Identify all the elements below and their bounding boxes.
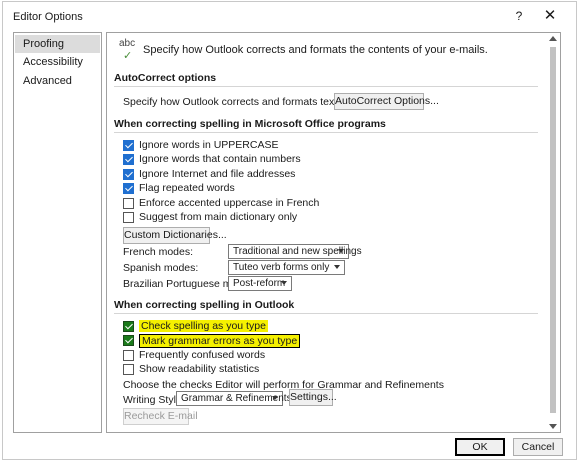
vertical-scrollbar[interactable]: [549, 36, 558, 429]
spanish-modes-label: Spanish modes:: [123, 262, 199, 274]
help-button[interactable]: ?: [511, 9, 527, 25]
scroll-down-icon[interactable]: [549, 424, 557, 429]
autocorrect-options-button[interactable]: AutoCorrect Options...: [334, 93, 439, 110]
nav-item-proofing[interactable]: Proofing: [15, 35, 100, 53]
nav-item-advanced[interactable]: Advanced: [15, 72, 100, 90]
category-nav: Proofing Accessibility Advanced: [13, 32, 102, 433]
checkbox[interactable]: [123, 321, 134, 332]
title-bar: Editor Options ? ✕: [3, 2, 576, 32]
section-divider: [114, 132, 538, 133]
checkbox[interactable]: [123, 350, 134, 361]
checkbox[interactable]: [123, 198, 134, 209]
french-modes-select[interactable]: Traditional and new spellings: [228, 244, 362, 259]
scroll-up-icon[interactable]: [549, 36, 557, 41]
intro-text: Specify how Outlook corrects and formats…: [143, 44, 488, 56]
settings-button[interactable]: Settings...: [289, 389, 337, 406]
scroll-thumb[interactable]: [550, 47, 556, 413]
checkbox[interactable]: [123, 212, 134, 223]
chevron-down-icon: [334, 265, 340, 269]
grammar-checks-label: Choose the checks Editor will perform fo…: [123, 379, 444, 391]
dialog-title: Editor Options: [13, 11, 83, 23]
french-modes-label: French modes:: [123, 246, 194, 258]
autocorrect-heading: AutoCorrect options: [114, 72, 217, 84]
checkbox[interactable]: [123, 140, 134, 151]
recheck-email-button[interactable]: Recheck E-mail: [123, 408, 198, 425]
office-spelling-heading: When correcting spelling in Microsoft Of…: [114, 118, 386, 130]
section-divider: [114, 313, 538, 314]
editor-options-dialog: Editor Options ? ✕ Proofing Accessibilit…: [2, 1, 577, 460]
outlook-spelling-heading: When correcting spelling in Outlook: [114, 299, 295, 311]
spanish-modes-select[interactable]: Tuteo verb forms only: [228, 260, 345, 275]
nav-item-accessibility[interactable]: Accessibility: [15, 53, 100, 71]
checkbox[interactable]: [123, 183, 134, 194]
proofing-panel: abc ✓ Specify how Outlook corrects and f…: [106, 32, 561, 433]
checkbox[interactable]: [123, 169, 134, 180]
portuguese-modes-select[interactable]: Post-reform: [228, 276, 292, 291]
abc-check-icon: abc ✓: [119, 38, 136, 62]
close-icon[interactable]: ✕: [541, 7, 559, 25]
chevron-down-icon: [281, 281, 287, 285]
chevron-down-icon: [272, 396, 278, 400]
cancel-button[interactable]: Cancel: [513, 438, 563, 456]
section-divider: [114, 86, 538, 87]
chevron-down-icon: [338, 249, 344, 253]
checkbox[interactable]: [123, 335, 134, 346]
custom-dictionaries-button[interactable]: Custom Dictionaries...: [123, 227, 227, 244]
writing-style-select[interactable]: Grammar & Refinements: [176, 391, 292, 406]
checkbox[interactable]: [123, 154, 134, 165]
checkbox[interactable]: [123, 364, 134, 375]
ok-button[interactable]: OK: [455, 438, 505, 456]
